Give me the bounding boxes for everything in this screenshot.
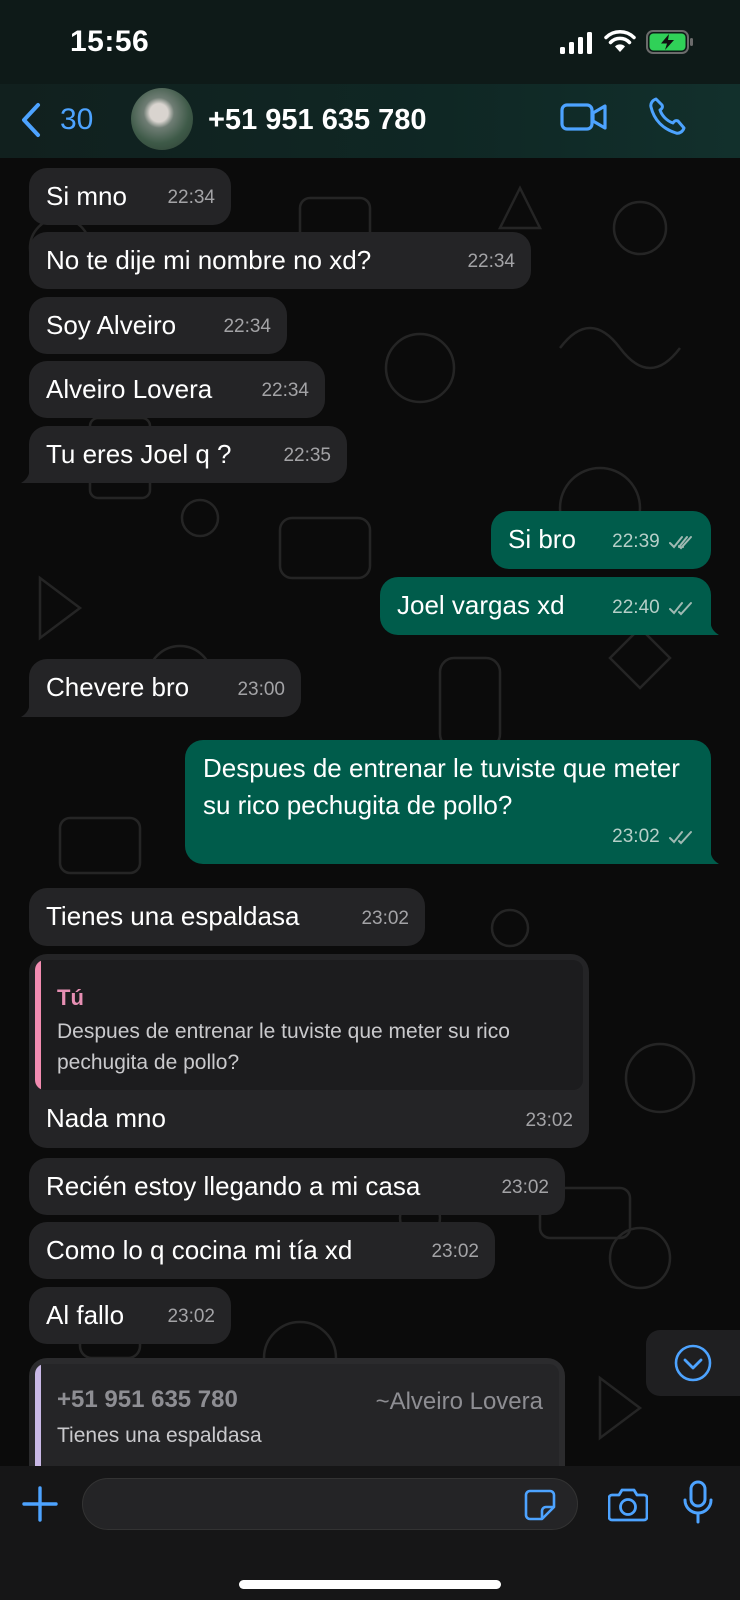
- message-time-value: 23:02: [612, 826, 660, 847]
- message-time: 22:39: [612, 524, 697, 560]
- message-time: 22:34: [167, 187, 215, 208]
- message-time: 22:34: [467, 251, 515, 272]
- message-text: No te dije mi nombre no xd?: [46, 245, 372, 275]
- quote-author: +51 951 635 780: [57, 1386, 238, 1413]
- quote-text: Tienes una espaldasa: [57, 1424, 262, 1447]
- message-text: Despues de entrenar le tuviste que meter…: [203, 753, 680, 820]
- message-time: 22:34: [261, 380, 309, 401]
- sticker-icon[interactable]: [524, 1489, 556, 1521]
- message-text: Al fallo: [46, 1300, 125, 1330]
- message-incoming-reply[interactable]: +51 951 635 780 ~Alveiro Lovera Tienes u…: [29, 1358, 565, 1466]
- scroll-to-bottom-button[interactable]: [646, 1330, 740, 1396]
- message-incoming[interactable]: Chevere bro 23:00: [21, 659, 301, 717]
- message-time: 22:34: [223, 316, 271, 337]
- message-text: Recién estoy llegando a mi casa: [46, 1171, 421, 1201]
- message-incoming[interactable]: Como lo q cocina mi tía xd 23:02: [29, 1222, 495, 1279]
- composer-bar: [0, 1466, 740, 1600]
- plus-icon[interactable]: [22, 1486, 58, 1522]
- message-text: Tienes una espaldasa: [46, 901, 300, 931]
- camera-icon[interactable]: [608, 1486, 648, 1522]
- unread-count: 30: [60, 103, 94, 136]
- quote-bar: [35, 960, 41, 1090]
- battery-charging-icon: [646, 30, 693, 54]
- message-time: 23:02: [431, 1241, 479, 1262]
- message-incoming[interactable]: Recién estoy llegando a mi casa 23:02: [29, 1158, 565, 1215]
- double-check-icon: [669, 535, 692, 550]
- quote-alias: ~Alveiro Lovera: [375, 1388, 543, 1415]
- contact-title[interactable]: +51 951 635 780: [208, 104, 427, 137]
- message-outgoing[interactable]: Despues de entrenar le tuviste que meter…: [185, 740, 719, 864]
- message-text: Chevere bro: [46, 672, 190, 702]
- message-time: 22:35: [283, 445, 331, 466]
- cellular-signal-icon: [560, 32, 592, 54]
- message-outgoing[interactable]: Joel vargas xd 22:40: [380, 577, 719, 635]
- message-incoming[interactable]: Al fallo 23:02: [29, 1287, 231, 1344]
- message-text: Si mno: [46, 181, 127, 211]
- chat-header: 30 +51 951 635 780: [0, 84, 740, 158]
- message-text: Alveiro Lovera: [46, 374, 213, 404]
- message-time-value: 22:40: [612, 597, 660, 618]
- message-time: 23:02: [525, 1110, 573, 1131]
- message-text: Joel vargas xd: [397, 590, 565, 620]
- back-button[interactable]: 30: [18, 96, 93, 144]
- message-text: Tu eres Joel q ?: [46, 439, 232, 469]
- quote-text: Despues de entrenar le tuviste que meter…: [57, 1020, 510, 1074]
- home-indicator: [239, 1580, 501, 1589]
- message-incoming[interactable]: Soy Alveiro 22:34: [29, 297, 287, 354]
- message-time: 23:02: [612, 819, 697, 855]
- double-check-icon: [669, 601, 692, 616]
- double-check-icon: [669, 830, 692, 845]
- microphone-icon[interactable]: [682, 1480, 714, 1524]
- message-incoming-reply[interactable]: Tú Despues de entrenar le tuviste que me…: [29, 954, 589, 1148]
- message-time: 23:02: [501, 1177, 549, 1198]
- message-time: 23:00: [237, 679, 285, 700]
- message-input[interactable]: [82, 1478, 578, 1530]
- quoted-message[interactable]: Tú Despues de entrenar le tuviste que me…: [35, 960, 583, 1090]
- bubble-tail: [703, 619, 719, 635]
- status-bar: 15:56: [0, 0, 740, 84]
- message-text: Si bro: [508, 524, 576, 554]
- message-incoming[interactable]: No te dije mi nombre no xd? 22:34: [29, 232, 531, 289]
- status-time: 15:56: [70, 25, 150, 58]
- wifi-icon: [604, 30, 636, 52]
- message-text: Nada mno: [46, 1103, 166, 1133]
- message-incoming[interactable]: Si mno 22:34: [29, 168, 231, 225]
- message-incoming[interactable]: Tu eres Joel q ? 22:35: [21, 426, 347, 483]
- quote-bar: [35, 1364, 41, 1466]
- message-text: Soy Alveiro: [46, 310, 177, 340]
- phone-icon[interactable]: [648, 96, 686, 136]
- bubble-tail: [21, 467, 37, 483]
- message-text: Como lo q cocina mi tía xd: [46, 1235, 353, 1265]
- chat-area[interactable]: Si mno 22:34 No te dije mi nombre no xd?…: [0, 158, 740, 1466]
- message-incoming[interactable]: Tienes una espaldasa 23:02: [29, 888, 425, 946]
- quoted-message[interactable]: +51 951 635 780 ~Alveiro Lovera Tienes u…: [35, 1364, 559, 1466]
- video-camera-icon[interactable]: [560, 100, 608, 134]
- message-time: 23:02: [361, 908, 409, 929]
- bubble-tail: [21, 701, 37, 717]
- message-time-value: 22:39: [612, 531, 660, 552]
- message-incoming[interactable]: Alveiro Lovera 22:34: [29, 361, 325, 418]
- message-time: 23:02: [167, 1306, 215, 1327]
- chevron-down-circle-icon: [674, 1344, 712, 1382]
- bubble-tail: [703, 848, 719, 864]
- message-outgoing[interactable]: Si bro 22:39: [491, 511, 711, 569]
- avatar[interactable]: [131, 88, 193, 150]
- quote-author: Tú: [57, 985, 84, 1010]
- chevron-left-icon: [22, 103, 40, 137]
- message-time: 22:40: [612, 590, 697, 626]
